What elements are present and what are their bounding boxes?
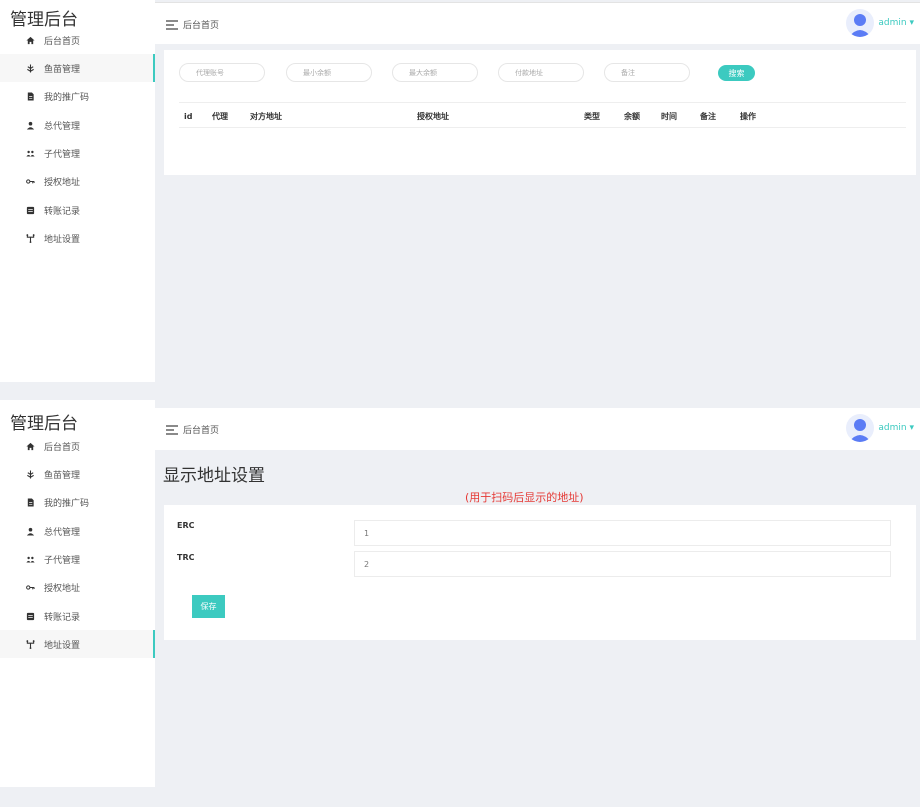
search-card: 代理账号 最小余额 最大余额 付款地址 备注 搜索 id 代理 对方地址 授权地… xyxy=(164,50,916,175)
column-header: id xyxy=(184,111,193,121)
page-title: 显示地址设置 xyxy=(163,466,265,486)
column-header: 对方地址 xyxy=(250,111,282,121)
home-icon xyxy=(24,442,36,451)
payment-address-input[interactable]: 付款地址 xyxy=(498,63,584,82)
sidebar-item-fry[interactable]: 鱼苗管理 xyxy=(0,54,155,82)
user-icon xyxy=(24,121,36,130)
search-button[interactable]: 搜索 xyxy=(718,65,755,81)
column-header: 余额 xyxy=(624,111,640,121)
sidebar-item-promo-code[interactable]: 我的推广码 xyxy=(0,82,155,110)
sidebar-item-general-agent[interactable]: 总代管理 xyxy=(0,517,155,545)
home-icon xyxy=(24,36,36,45)
column-header: 时间 xyxy=(661,111,677,121)
sidebar-item-label: 转账记录 xyxy=(44,612,81,623)
sidebar-item-home[interactable]: 后台首页 xyxy=(0,432,155,460)
max-balance-input[interactable]: 最大余额 xyxy=(392,63,478,82)
sidebar-item-label: 总代管理 xyxy=(44,527,81,538)
tree-icon xyxy=(24,63,36,73)
top-bar: 后台首页 admin ▾ xyxy=(155,2,920,44)
table-header: id 代理 对方地址 授权地址 类型 余额 时间 备注 操作 xyxy=(179,102,906,128)
agent-account-input[interactable]: 代理账号 xyxy=(179,63,265,82)
sidebar-item-label: 后台首页 xyxy=(44,36,81,47)
erc-label: ERC xyxy=(177,521,195,530)
sidebar-item-label: 鱼苗管理 xyxy=(44,470,81,481)
sidebar-item-home[interactable]: 后台首页 xyxy=(0,26,155,54)
sidebar-item-transfer-records[interactable]: 转账记录 xyxy=(0,196,155,224)
erc-address-input[interactable]: 1 xyxy=(354,520,891,546)
sidebar-item-label: 地址设置 xyxy=(44,640,81,651)
sidebar-item-fry[interactable]: 鱼苗管理 xyxy=(0,460,155,488)
sidebar-item-address-settings[interactable]: 地址设置 xyxy=(0,630,155,658)
menu-toggle[interactable]: 后台首页 xyxy=(166,423,219,436)
sidebar-item-label: 我的推广码 xyxy=(44,498,90,509)
list-icon xyxy=(24,612,36,621)
min-balance-input[interactable]: 最小余额 xyxy=(286,63,372,82)
breadcrumb: 后台首页 xyxy=(183,426,220,436)
list-page-screen: 管理后台 后台首页 鱼苗管理 我的推广码 总代管理 子代管理 授权地址 转账记录 xyxy=(0,0,920,400)
column-header: 操作 xyxy=(740,111,756,121)
file-icon xyxy=(24,497,36,507)
sidebar-item-label: 我的推广码 xyxy=(44,92,90,103)
sidebar: 管理后台 后台首页 鱼苗管理 我的推广码 总代管理 子代管理 授权地址 转账记录 xyxy=(0,400,155,787)
sidebar-item-auth-address[interactable]: 授权地址 xyxy=(0,167,155,195)
menu-toggle[interactable]: 后台首页 xyxy=(166,18,219,31)
sidebar-item-label: 地址设置 xyxy=(44,234,81,245)
trc-label: TRC xyxy=(177,553,195,562)
address-settings-screen: 管理后台 后台首页 鱼苗管理 我的推广码 总代管理 子代管理 授权地址 转账记录 xyxy=(0,400,920,807)
column-header: 备注 xyxy=(700,111,716,121)
users-icon xyxy=(24,555,36,564)
sidebar: 管理后台 后台首页 鱼苗管理 我的推广码 总代管理 子代管理 授权地址 转账记录 xyxy=(0,0,155,382)
settings-note: (用于扫码后显示的地址) xyxy=(465,491,584,504)
avatar[interactable] xyxy=(846,9,874,37)
settings-card: ERC 1 TRC 2 保存 xyxy=(164,505,916,640)
network-icon xyxy=(24,639,36,649)
top-bar: 后台首页 admin ▾ xyxy=(155,408,920,450)
app-title: 管理后台 xyxy=(10,414,78,434)
menu-icon xyxy=(166,19,178,30)
save-button[interactable]: 保存 xyxy=(192,595,225,618)
sidebar-item-promo-code[interactable]: 我的推广码 xyxy=(0,488,155,516)
network-icon xyxy=(24,233,36,243)
user-avatar-icon xyxy=(849,419,871,442)
tree-icon xyxy=(24,469,36,479)
sidebar-item-label: 子代管理 xyxy=(44,555,81,566)
user-icon xyxy=(24,527,36,536)
sidebar-item-label: 授权地址 xyxy=(44,177,81,188)
user-menu[interactable]: admin ▾ xyxy=(878,18,914,28)
sidebar-item-transfer-records[interactable]: 转账记录 xyxy=(0,602,155,630)
sidebar-item-label: 后台首页 xyxy=(44,442,81,453)
column-header: 类型 xyxy=(584,111,600,121)
sidebar-item-sub-agent[interactable]: 子代管理 xyxy=(0,139,155,167)
sidebar-item-label: 授权地址 xyxy=(44,583,81,594)
remark-input[interactable]: 备注 xyxy=(604,63,690,82)
column-header: 代理 xyxy=(212,111,228,121)
sidebar-item-label: 总代管理 xyxy=(44,121,81,132)
sidebar-item-label: 转账记录 xyxy=(44,206,81,217)
user-menu[interactable]: admin ▾ xyxy=(878,423,914,433)
sidebar-item-label: 子代管理 xyxy=(44,149,81,160)
sidebar-item-label: 鱼苗管理 xyxy=(44,64,81,75)
column-header: 授权地址 xyxy=(417,111,449,121)
list-icon xyxy=(24,206,36,215)
breadcrumb: 后台首页 xyxy=(183,21,220,31)
key-icon xyxy=(24,583,36,592)
avatar[interactable] xyxy=(846,414,874,442)
menu-icon xyxy=(166,424,178,435)
users-icon xyxy=(24,149,36,158)
key-icon xyxy=(24,177,36,186)
sidebar-item-address-settings[interactable]: 地址设置 xyxy=(0,224,155,252)
file-icon xyxy=(24,91,36,101)
user-avatar-icon xyxy=(849,14,871,37)
sidebar-item-sub-agent[interactable]: 子代管理 xyxy=(0,545,155,573)
sidebar-item-auth-address[interactable]: 授权地址 xyxy=(0,573,155,601)
trc-address-input[interactable]: 2 xyxy=(354,551,891,577)
sidebar-item-general-agent[interactable]: 总代管理 xyxy=(0,111,155,139)
